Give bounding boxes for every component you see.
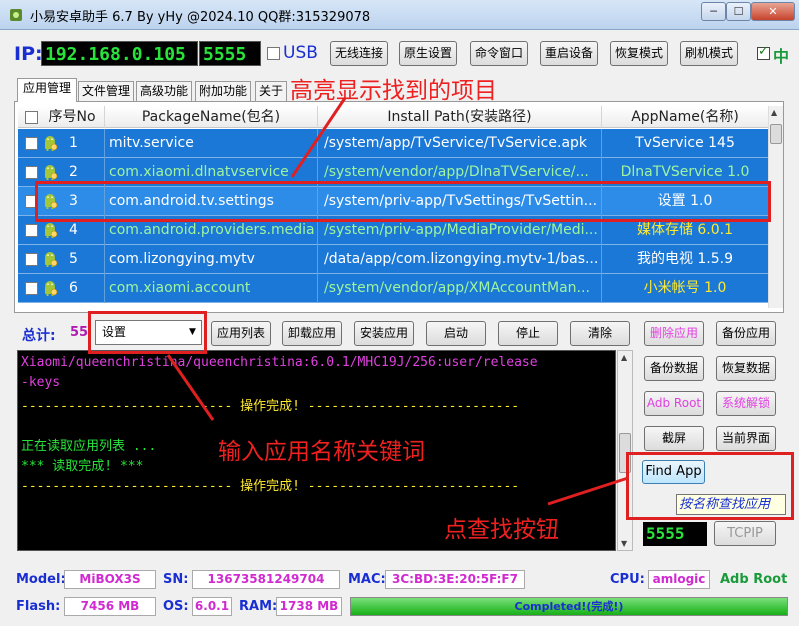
arrow-to-find: [547, 476, 629, 506]
annotation-arrows: [166, 97, 629, 506]
tab-app-management[interactable]: 应用管理: [17, 78, 77, 102]
arrow-to-highlight: [290, 97, 347, 178]
arrow-to-input: [166, 354, 215, 421]
